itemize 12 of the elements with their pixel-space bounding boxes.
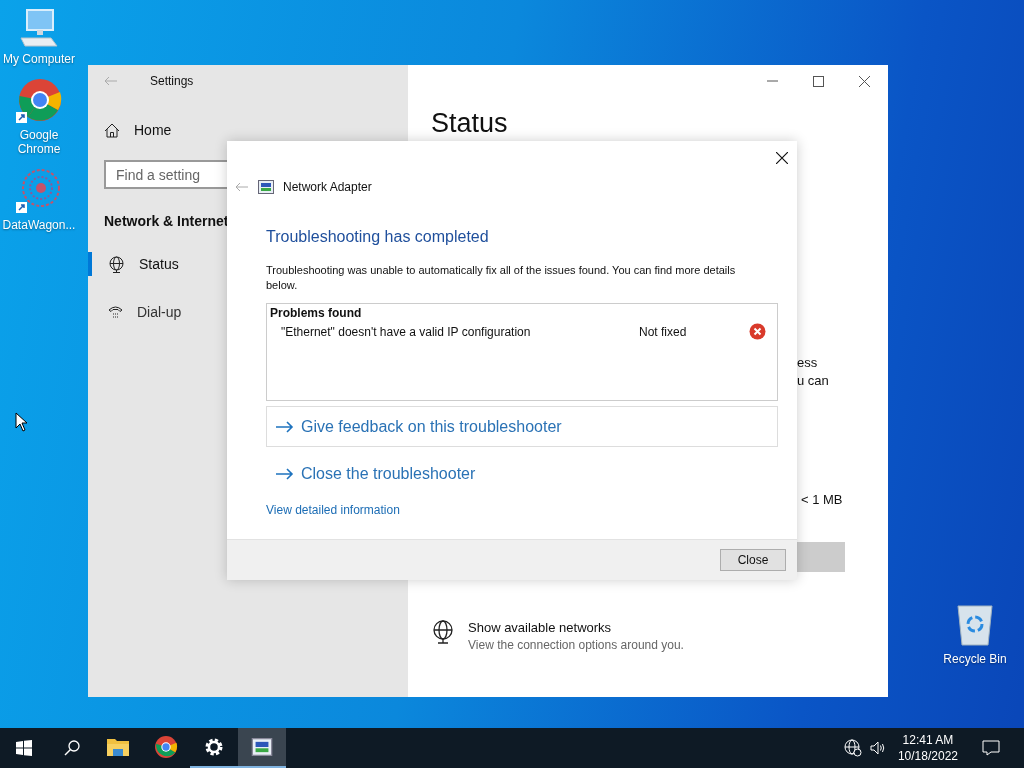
text-fragment: < 1 MB <box>801 492 843 507</box>
text-fragment: ess <box>797 355 818 370</box>
dialog-heading: Troubleshooting has completed <box>266 228 490 246</box>
option-description: View the connection options around you. <box>468 638 684 652</box>
problem-text: "Ethernet" doesn't have a valid IP configuration <box>281 324 532 339</box>
panel-header: Problems found <box>270 306 363 320</box>
section-title: Network & Internet <box>104 213 230 229</box>
page-heading: Status <box>431 107 508 139</box>
text-fragment: u can <box>797 373 829 388</box>
window-title: Settings <box>150 74 194 88</box>
problem-status: Not fixed <box>639 324 688 339</box>
dialog-message: Troubleshooting was unable to automatically fix all of the issues found. You can find more details below. <box>266 263 737 293</box>
